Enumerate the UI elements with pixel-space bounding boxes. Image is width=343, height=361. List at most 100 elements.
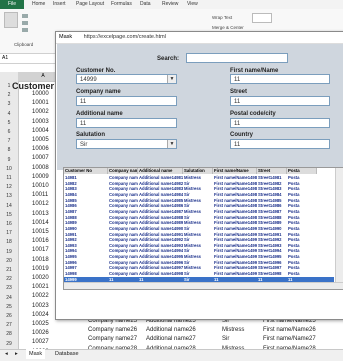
cut-icon[interactable]	[22, 14, 28, 18]
sheet-tab-mask[interactable]: Mask	[26, 349, 46, 359]
row-number[interactable]: 22	[0, 276, 18, 282]
table-column-header[interactable]: Company name	[108, 168, 138, 174]
row-number[interactable]: 13	[0, 193, 18, 199]
row-number[interactable]: 17	[0, 230, 18, 236]
row-number[interactable]: 12	[0, 184, 18, 190]
table-column-header[interactable]: Customer No	[64, 168, 108, 174]
customer-no-cell[interactable]: 10024	[32, 312, 49, 318]
file-tab[interactable]: File	[0, 0, 24, 9]
name-box[interactable]: A1	[0, 54, 24, 62]
row-number[interactable]: 29	[0, 341, 18, 347]
sheet-cell-additional[interactable]: Additional name26	[146, 327, 196, 333]
customer-table[interactable]: Customer No Company name Additional name Sa…	[63, 167, 343, 290]
customer-no-cell[interactable]: 10008	[32, 165, 49, 171]
search-input[interactable]	[186, 53, 288, 63]
row-number[interactable]: 18	[0, 239, 18, 245]
row-number[interactable]: 2	[0, 92, 18, 98]
row-number[interactable]: 27	[0, 322, 18, 328]
customer-no-cell[interactable]: 10020	[32, 275, 49, 281]
row-number[interactable]: 4	[0, 111, 18, 117]
row-number[interactable]: 21	[0, 267, 18, 273]
customer-no-cell[interactable]: 10021	[32, 284, 49, 290]
number-format-dropdown[interactable]	[252, 13, 272, 23]
tab-data[interactable]: Data	[140, 0, 151, 9]
sheet-tab-database[interactable]: Database	[52, 349, 82, 359]
first-name-input[interactable]: 11	[230, 74, 330, 84]
customer-no-cell[interactable]: 10015	[32, 229, 49, 235]
row-number[interactable]: 8	[0, 147, 18, 153]
chevron-down-icon[interactable]: ▼	[167, 75, 176, 83]
tab-view[interactable]: View	[187, 0, 198, 9]
customer-no-cell[interactable]: 10016	[32, 238, 49, 244]
customer-no-cell[interactable]: 10005	[32, 137, 49, 143]
customer-no-cell[interactable]: 10025	[32, 321, 49, 327]
sheet-cell-company[interactable]: Company name27	[88, 336, 137, 342]
table-column-header[interactable]: First name/Name	[213, 168, 257, 174]
customer-no-cell[interactable]: 10001	[32, 100, 49, 106]
customer-no-cell[interactable]: 10010	[32, 183, 49, 189]
table-column-header[interactable]: Posta	[287, 168, 317, 174]
row-number[interactable]: 26	[0, 313, 18, 319]
table-column-header[interactable]: Salutation	[183, 168, 213, 174]
customer-header-cell[interactable]: Customer	[12, 81, 54, 91]
salutation-select[interactable]: Sir ▼	[76, 139, 177, 149]
customer-no-cell[interactable]: 10004	[32, 128, 49, 134]
row-number[interactable]: 15	[0, 212, 18, 218]
customer-no-cell[interactable]: 10003	[32, 119, 49, 125]
row-number[interactable]: 7	[0, 138, 18, 144]
sheet-cell-first[interactable]: First name/Name27	[263, 336, 316, 342]
customer-no-cell[interactable]: 10000	[32, 91, 49, 97]
customer-no-cell[interactable]: 10014	[32, 220, 49, 226]
sheet-cell-additional[interactable]: Additional name27	[146, 336, 196, 342]
copy-icon[interactable]	[22, 21, 28, 25]
customer-no-cell[interactable]: 10018	[32, 257, 49, 263]
tab-page-layout[interactable]: Page Layout	[76, 0, 104, 9]
tab-insert[interactable]: Insert	[53, 0, 66, 9]
postal-code-input[interactable]: 11	[230, 118, 330, 128]
row-number[interactable]: 28	[0, 331, 18, 337]
country-input[interactable]: 11	[230, 139, 330, 149]
customer-no-cell[interactable]: 10012	[32, 201, 49, 207]
customer-no-cell[interactable]: 10019	[32, 266, 49, 272]
street-input[interactable]: 11	[230, 96, 330, 106]
tab-home[interactable]: Home	[32, 0, 45, 9]
row-number[interactable]: 23	[0, 285, 18, 291]
format-painter-icon[interactable]	[22, 28, 28, 32]
sheet-cell-salutation[interactable]: Mistress	[222, 327, 244, 333]
table-column-header[interactable]: Additional name	[138, 168, 183, 174]
customer-no-cell[interactable]: 10013	[32, 211, 49, 217]
row-number[interactable]: 14	[0, 203, 18, 209]
row-number[interactable]: 24	[0, 295, 18, 301]
customer-no-cell[interactable]: 10002	[32, 109, 49, 115]
sheet-cell-first[interactable]: First name/Name26	[263, 327, 316, 333]
paste-icon[interactable]	[4, 12, 18, 28]
merge-center-button[interactable]: Merge & Center	[212, 25, 244, 30]
company-name-input[interactable]: 11	[76, 96, 177, 106]
customer-no-cell[interactable]: 10009	[32, 174, 49, 180]
customer-no-cell[interactable]: 10023	[32, 303, 49, 309]
tab-formulas[interactable]: Formulas	[111, 0, 132, 9]
customer-no-cell[interactable]: 10026	[32, 330, 49, 336]
additional-name-input[interactable]: 11	[76, 118, 177, 128]
wrap-text-button[interactable]: Wrap Text	[212, 15, 232, 20]
row-number[interactable]: 16	[0, 221, 18, 227]
row-number[interactable]: 11	[0, 175, 18, 181]
horizontal-scrollbar[interactable]	[64, 282, 343, 289]
row-number[interactable]: 10	[0, 166, 18, 172]
row-number[interactable]: 9	[0, 157, 18, 163]
customer-no-cell[interactable]: 10022	[32, 293, 49, 299]
customer-no-cell[interactable]: 10007	[32, 155, 49, 161]
customer-no-cell[interactable]: 10027	[32, 339, 49, 345]
chevron-down-icon[interactable]: ▼	[167, 140, 176, 148]
row-number[interactable]: 3	[0, 101, 18, 107]
customer-no-cell[interactable]: 10011	[32, 192, 48, 198]
row-number[interactable]: 25	[0, 304, 18, 310]
customer-no-select[interactable]: 14999 ▼	[76, 74, 177, 84]
sheet-nav-right[interactable]: ▸	[12, 349, 21, 359]
row-number[interactable]: 20	[0, 258, 18, 264]
row-number[interactable]: 19	[0, 249, 18, 255]
sheet-cell-company[interactable]: Company name26	[88, 327, 137, 333]
tab-review[interactable]: Review	[162, 0, 178, 9]
sheet-cell-salutation[interactable]: Sir	[222, 336, 229, 342]
table-column-header[interactable]: Street	[257, 168, 287, 174]
